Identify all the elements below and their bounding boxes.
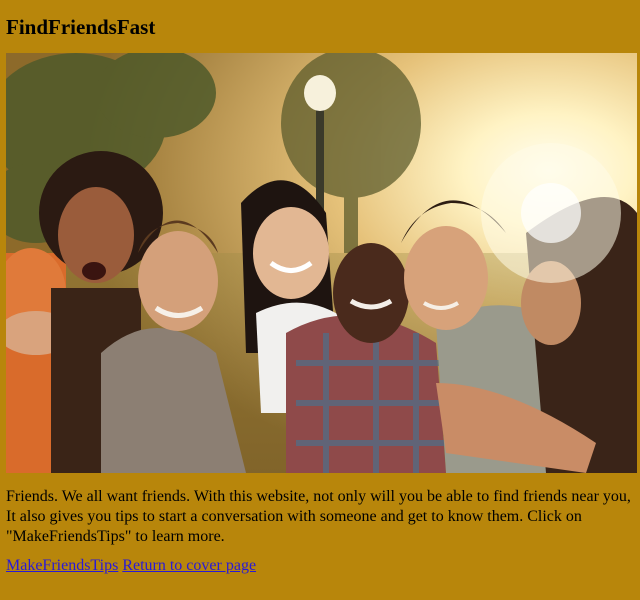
return-to-cover-link[interactable]: Return to cover page bbox=[122, 557, 256, 574]
make-friends-tips-link[interactable]: MakeFriendsTips bbox=[6, 557, 118, 574]
intro-paragraph: Friends. We all want friends. With this … bbox=[6, 488, 631, 545]
friends-photo-illustration bbox=[6, 53, 637, 473]
page: FindFriendsFast Friends. We all want fri… bbox=[0, 0, 640, 600]
site-title: FindFriendsFast bbox=[6, 15, 156, 39]
nav-links: MakeFriendsTips Return to cover page bbox=[6, 556, 256, 576]
hero-photo bbox=[6, 53, 637, 473]
